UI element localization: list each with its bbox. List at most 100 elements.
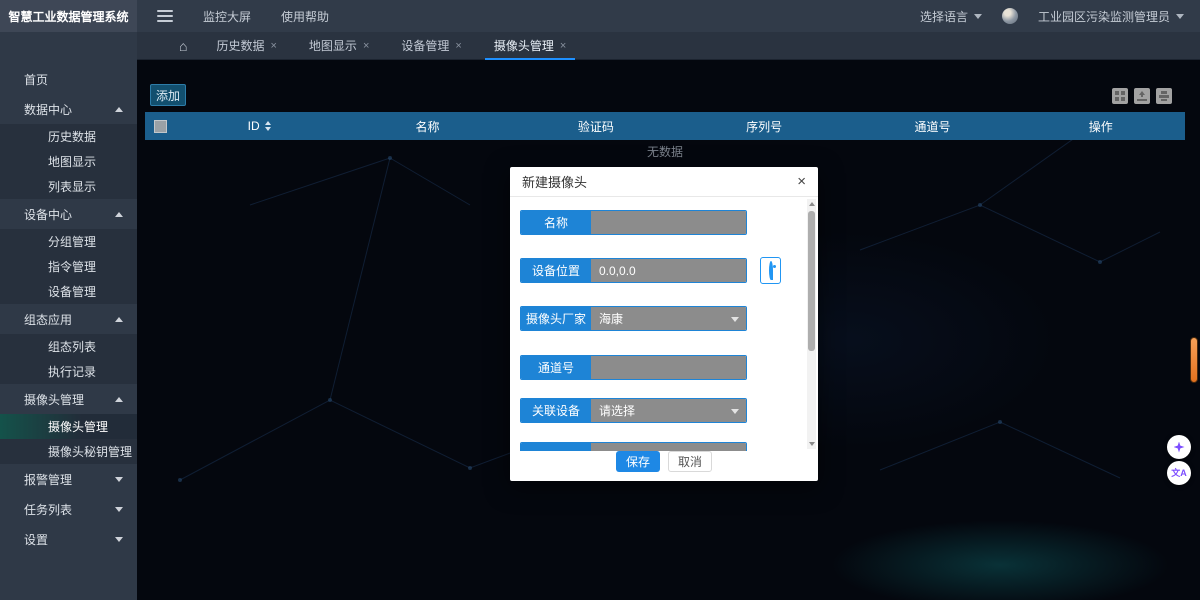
- field-channel-number: 通道号: [520, 355, 747, 380]
- sidebar-item-camera-secret-key[interactable]: 摄像头秘钥管理: [0, 439, 137, 464]
- add-button[interactable]: 添加: [150, 84, 186, 106]
- sidebar-item-command-management[interactable]: 指令管理: [0, 254, 137, 279]
- table-empty-text: 无数据: [145, 143, 1185, 160]
- tab-label: 历史数据: [216, 37, 264, 54]
- column-label: 序列号: [746, 118, 782, 135]
- caret-down-icon: [115, 537, 123, 542]
- sidebar-label: 摄像头管理: [24, 391, 84, 408]
- field-camera-manufacturer-label: 摄像头厂家: [521, 307, 591, 330]
- translate-icon: 文A: [1171, 469, 1187, 478]
- sidebar-label: 分组管理: [48, 233, 96, 250]
- caret-down-icon: [115, 477, 123, 482]
- modal-close-icon[interactable]: ×: [797, 174, 806, 189]
- language-selector[interactable]: 选择语言: [920, 8, 982, 25]
- close-icon[interactable]: ×: [270, 40, 276, 52]
- select-all-checkbox[interactable]: [154, 120, 167, 133]
- print-icon[interactable]: [1156, 88, 1172, 104]
- translate-button[interactable]: 文A: [1167, 461, 1191, 485]
- map-pin-button[interactable]: [760, 257, 781, 284]
- field-device-location-input[interactable]: 0.0,0.0: [591, 259, 746, 282]
- columns-icon[interactable]: [1112, 88, 1128, 104]
- sidebar-label: 任务列表: [24, 501, 72, 518]
- close-icon[interactable]: ×: [560, 40, 566, 52]
- modal-scrollbar: [807, 199, 816, 449]
- sidebar-label: 设置: [24, 531, 48, 548]
- tab-camera-management[interactable]: 摄像头管理 ×: [491, 32, 569, 60]
- cancel-button[interactable]: 取消: [668, 451, 712, 472]
- sidebar-group-configuration-app[interactable]: 组态应用: [0, 304, 137, 334]
- column-id[interactable]: ID: [175, 119, 343, 133]
- chevron-down-icon: [1176, 14, 1184, 19]
- modal-header: 新建摄像头 ×: [510, 167, 818, 197]
- sidebar-label: 报警管理: [24, 471, 72, 488]
- sidebar-item-list-display[interactable]: 列表显示: [0, 174, 137, 199]
- field-channel-number-input[interactable]: [591, 356, 746, 379]
- sidebar-item-execution-record[interactable]: 执行记录: [0, 359, 137, 384]
- tab-map-display[interactable]: 地图显示 ×: [306, 32, 372, 60]
- sidebar-label: 指令管理: [48, 258, 96, 275]
- field-associated-device-select[interactable]: 请选择: [591, 399, 746, 422]
- close-icon[interactable]: ×: [455, 40, 461, 52]
- field-name: 名称: [520, 210, 747, 235]
- sidebar-item-history-data[interactable]: 历史数据: [0, 124, 137, 149]
- close-icon[interactable]: ×: [363, 40, 369, 52]
- sparkle-icon: [1174, 442, 1185, 453]
- field-name-input[interactable]: [591, 211, 746, 234]
- sidebar: 首页 数据中心 历史数据 地图显示 列表显示 设备中心 分组管理 指令管理 设备…: [0, 32, 137, 600]
- sidebar-item-configuration-list[interactable]: 组态列表: [0, 334, 137, 359]
- user-avatar[interactable]: [1002, 8, 1018, 24]
- sort-icon[interactable]: [265, 121, 271, 131]
- sidebar-item-home[interactable]: 首页: [0, 64, 137, 94]
- export-icon[interactable]: [1134, 88, 1150, 104]
- column-label: 通道号: [914, 118, 950, 135]
- sidebar-group-task-list[interactable]: 任务列表: [0, 494, 137, 524]
- sidebar-group-device-center[interactable]: 设备中心: [0, 199, 137, 229]
- scroll-down-arrow[interactable]: [807, 439, 816, 449]
- column-label: ID: [248, 119, 260, 133]
- column-label: 名称: [415, 118, 439, 135]
- home-icon[interactable]: ⌂: [179, 32, 187, 60]
- topbar-item-monitor-screen[interactable]: 监控大屏: [203, 8, 251, 25]
- sidebar-label: 地图显示: [48, 153, 96, 170]
- ai-assistant-button[interactable]: [1167, 435, 1191, 459]
- field-camera-manufacturer-select[interactable]: 海康: [591, 307, 746, 330]
- sidebar-label: 组态列表: [48, 338, 96, 355]
- scroll-up-arrow[interactable]: [807, 199, 816, 209]
- sidebar-item-map-display[interactable]: 地图显示: [0, 149, 137, 174]
- sidebar-group-alarm-management[interactable]: 报警管理: [0, 464, 137, 494]
- sidebar-item-camera-management[interactable]: 摄像头管理: [0, 414, 137, 439]
- column-label: 验证码: [578, 118, 614, 135]
- column-label: 操作: [1089, 118, 1113, 135]
- page-scrollbar-thumb[interactable]: [1190, 337, 1198, 383]
- sidebar-item-group-management[interactable]: 分组管理: [0, 229, 137, 254]
- sidebar-group-camera-management[interactable]: 摄像头管理: [0, 384, 137, 414]
- column-serial-number: 序列号: [680, 118, 848, 135]
- user-menu[interactable]: 工业园区污染监测管理员: [1038, 8, 1184, 25]
- field-device-location: 设备位置 0.0,0.0: [520, 258, 747, 283]
- tabbar: ⌂ 历史数据 × 地图显示 × 设备管理 × 摄像头管理 ×: [137, 32, 1200, 60]
- field-clipped-label: [521, 443, 591, 451]
- sidebar-item-device-management[interactable]: 设备管理: [0, 279, 137, 304]
- sidebar-label: 数据中心: [24, 101, 72, 118]
- sidebar-label: 组态应用: [24, 311, 72, 328]
- scrollbar-thumb[interactable]: [808, 211, 815, 351]
- menu-collapse-icon[interactable]: [157, 10, 173, 22]
- field-name-label: 名称: [521, 211, 591, 234]
- topbar-item-help[interactable]: 使用帮助: [281, 8, 329, 25]
- field-associated-device: 关联设备 请选择: [520, 398, 747, 423]
- field-channel-number-label: 通道号: [521, 356, 591, 379]
- field-clipped-input[interactable]: [591, 443, 746, 451]
- new-camera-modal: 新建摄像头 × 名称 设备位置 0.0,0.0 摄像头厂家 海康 通道号 关联设: [510, 167, 818, 481]
- column-name: 名称: [343, 118, 511, 135]
- tab-label: 地图显示: [309, 37, 357, 54]
- topbar-menu: 监控大屏 使用帮助: [173, 8, 329, 25]
- tab-history-data[interactable]: 历史数据 ×: [213, 32, 279, 60]
- column-verification-code: 验证码: [512, 118, 680, 135]
- modal-footer: 保存 取消: [510, 451, 818, 481]
- save-button[interactable]: 保存: [616, 451, 660, 472]
- sidebar-label: 摄像头管理: [48, 418, 108, 435]
- language-selector-label: 选择语言: [920, 8, 968, 25]
- tab-device-management[interactable]: 设备管理 ×: [398, 32, 464, 60]
- sidebar-group-data-center[interactable]: 数据中心: [0, 94, 137, 124]
- sidebar-group-settings[interactable]: 设置: [0, 524, 137, 554]
